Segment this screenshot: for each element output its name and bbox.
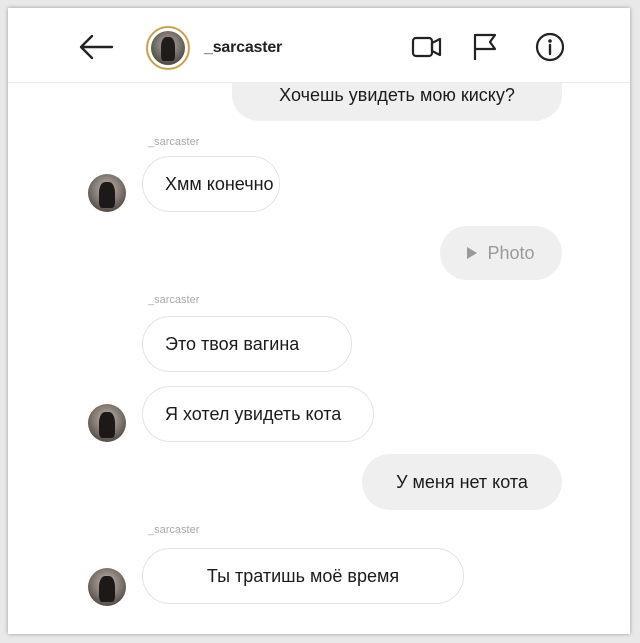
video-call-icon[interactable] xyxy=(410,30,444,64)
sender-avatar[interactable] xyxy=(88,174,126,212)
info-icon[interactable] xyxy=(533,30,567,64)
photo-label: Photo xyxy=(487,242,535,263)
photo-message[interactable]: Photo xyxy=(440,226,562,280)
avatar-image xyxy=(151,31,185,65)
chat-screen: Хочешь увидеть мою киску? _sarcaster Хмм… xyxy=(8,8,630,634)
incoming-message[interactable]: Хмм конечно xyxy=(142,156,280,212)
chat-username[interactable]: _sarcaster xyxy=(204,39,282,57)
message-text: Ты тратишь моё время xyxy=(206,565,400,586)
message-text: У меня нет кота xyxy=(396,471,528,492)
sender-avatar[interactable] xyxy=(88,568,126,606)
sender-name: _sarcaster xyxy=(148,294,200,306)
play-icon xyxy=(467,247,478,259)
sender-name: _sarcaster xyxy=(148,524,200,536)
message-text: Это твоя вагина xyxy=(165,333,300,354)
back-arrow-icon[interactable] xyxy=(76,32,116,62)
chat-header: _sarcaster xyxy=(8,8,630,83)
sender-name: _sarcaster xyxy=(148,136,200,148)
sender-avatar[interactable] xyxy=(88,404,126,442)
message-text: Хочешь увидеть мою киску? xyxy=(279,85,515,105)
message-text: Я хотел увидеть кота xyxy=(165,403,342,424)
incoming-message[interactable]: Это твоя вагина xyxy=(142,316,352,372)
message-text: Хмм конечно xyxy=(165,173,274,194)
incoming-message[interactable]: Ты тратишь моё время xyxy=(142,548,464,604)
incoming-message[interactable]: Я хотел увидеть кота xyxy=(142,386,374,442)
flag-icon[interactable] xyxy=(468,30,502,64)
outgoing-message[interactable]: У меня нет кота xyxy=(362,454,562,510)
outgoing-message-visible[interactable]: Хочешь увидеть мою киску? xyxy=(232,83,562,121)
profile-avatar[interactable] xyxy=(146,26,190,70)
